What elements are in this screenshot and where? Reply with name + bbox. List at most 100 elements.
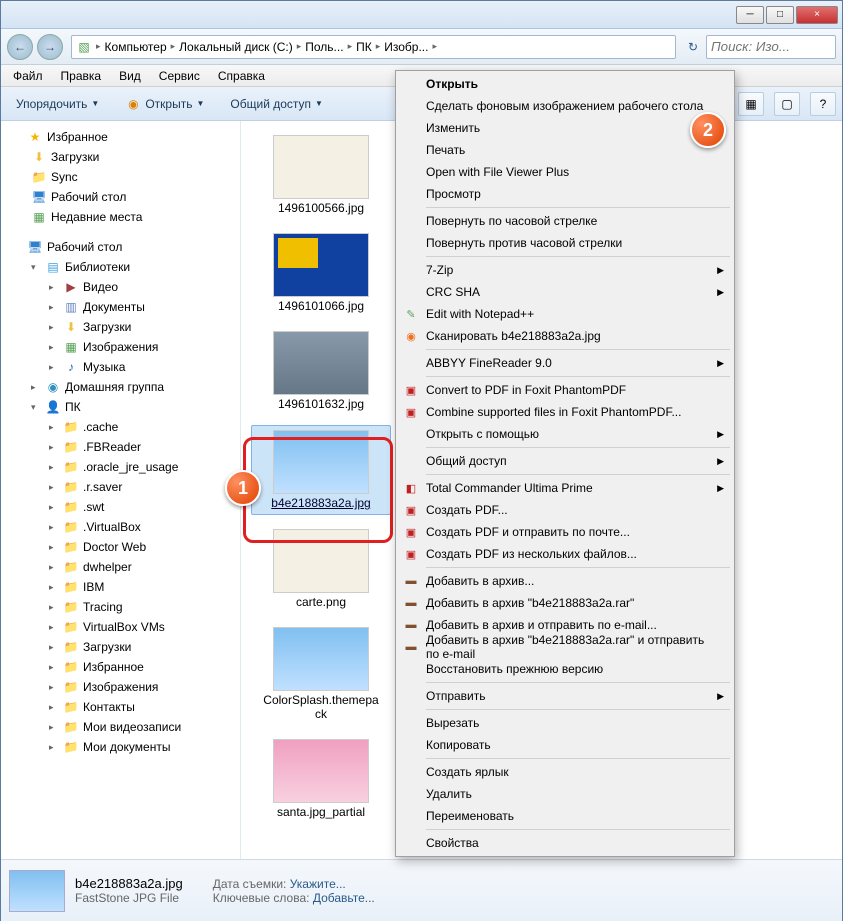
ctx-set-wallpaper[interactable]: Сделать фоновым изображением рабочего ст… bbox=[398, 95, 732, 117]
ctx-preview[interactable]: Просмотр bbox=[398, 183, 732, 205]
folder-icon: 📁 bbox=[63, 619, 79, 635]
menu-edit[interactable]: Правка bbox=[53, 67, 110, 85]
minimize-button[interactable]: ─ bbox=[736, 6, 764, 24]
sidebar-item-downloads[interactable]: ▸⬇Загрузки bbox=[37, 317, 240, 337]
sidebar-item-recent[interactable]: ▦Недавние места bbox=[19, 207, 240, 227]
file-item[interactable]: carte.png bbox=[251, 525, 391, 613]
crumb-users[interactable]: Поль... bbox=[305, 40, 343, 54]
sidebar-item-docs[interactable]: ▸▥Документы bbox=[37, 297, 240, 317]
ctx-totalcmd[interactable]: ◧Total Commander Ultima Prime▶ bbox=[398, 477, 732, 499]
sidebar-homegroup[interactable]: ▸◉Домашняя группа bbox=[19, 377, 240, 397]
sidebar-favorites[interactable]: ★Избранное bbox=[1, 127, 240, 147]
ctx-foxit-convert[interactable]: ▣Convert to PDF in Foxit PhantomPDF bbox=[398, 379, 732, 401]
file-item[interactable]: ColorSplash.themepack bbox=[251, 623, 391, 725]
sidebar-libraries[interactable]: ▾▤Библиотеки bbox=[19, 257, 240, 277]
ctx-delete[interactable]: Удалить bbox=[398, 783, 732, 805]
preview-pane-button[interactable]: ▢ bbox=[774, 92, 800, 116]
address-bar[interactable]: ▧ ▸ Компьютер ▸ Локальный диск (C:) ▸ По… bbox=[71, 35, 676, 59]
sidebar-item-folder[interactable]: ▸📁Мои документы bbox=[37, 737, 240, 757]
ctx-rename[interactable]: Переименовать bbox=[398, 805, 732, 827]
forward-button[interactable]: → bbox=[37, 34, 63, 60]
ctx-pdf-email[interactable]: ▣Создать PDF и отправить по почте... bbox=[398, 521, 732, 543]
crumb-drive[interactable]: Локальный диск (C:) bbox=[179, 40, 293, 54]
sidebar-item-music[interactable]: ▸♪Музыка bbox=[37, 357, 240, 377]
ctx-abbyy[interactable]: ABBYY FineReader 9.0▶ bbox=[398, 352, 732, 374]
ctx-7zip[interactable]: 7-Zip▶ bbox=[398, 259, 732, 281]
file-item[interactable]: b4e218883a2a.jpg bbox=[251, 425, 391, 515]
back-button[interactable]: ← bbox=[7, 34, 33, 60]
ctx-restore[interactable]: Восстановить прежнюю версию bbox=[398, 658, 732, 680]
menu-help[interactable]: Справка bbox=[210, 67, 273, 85]
sidebar-item-folder[interactable]: ▸📁.FBReader bbox=[37, 437, 240, 457]
maximize-button[interactable]: □ bbox=[766, 6, 794, 24]
ctx-pdf-multi[interactable]: ▣Создать PDF из нескольких файлов... bbox=[398, 543, 732, 565]
sidebar-item-folder[interactable]: ▸📁VirtualBox VMs bbox=[37, 617, 240, 637]
close-button[interactable]: × bbox=[796, 6, 838, 24]
folder-icon: 📁 bbox=[63, 739, 79, 755]
sidebar-desktop[interactable]: 🖥Рабочий стол bbox=[1, 237, 240, 257]
sidebar-item-folder[interactable]: ▸📁.cache bbox=[37, 417, 240, 437]
menu-view[interactable]: Вид bbox=[111, 67, 149, 85]
help-button[interactable]: ? bbox=[810, 92, 836, 116]
search-input[interactable] bbox=[706, 35, 836, 59]
ctx-rar-addname[interactable]: ▬Добавить в архив "b4e218883a2a.rar" bbox=[398, 592, 732, 614]
sidebar-user-pk[interactable]: ▾👤ПК bbox=[19, 397, 240, 417]
share-button[interactable]: Общий доступ▼ bbox=[221, 92, 332, 116]
sidebar-item-folder[interactable]: ▸📁Избранное bbox=[37, 657, 240, 677]
crumb-computer[interactable]: Компьютер bbox=[105, 40, 167, 54]
ctx-copy[interactable]: Копировать bbox=[398, 734, 732, 756]
ctx-shortcut[interactable]: Создать ярлык bbox=[398, 761, 732, 783]
ctx-sendto[interactable]: Отправить▶ bbox=[398, 685, 732, 707]
sidebar-item-folder[interactable]: ▸📁Tracing bbox=[37, 597, 240, 617]
badge-2: 2 bbox=[690, 112, 726, 148]
ctx-rar-name-email[interactable]: ▬Добавить в архив "b4e218883a2a.rar" и о… bbox=[398, 636, 732, 658]
ctx-rotate-ccw[interactable]: Повернуть против часовой стрелки bbox=[398, 232, 732, 254]
ctx-avast-scan[interactable]: ◉Сканировать b4e218883a2a.jpg bbox=[398, 325, 732, 347]
ctx-openwith[interactable]: Открыть с помощью▶ bbox=[398, 423, 732, 445]
ctx-pdf-create[interactable]: ▣Создать PDF... bbox=[398, 499, 732, 521]
sidebar-item-video[interactable]: ▸▶Видео bbox=[37, 277, 240, 297]
sidebar-item-folder[interactable]: ▸📁Мои видеозаписи bbox=[37, 717, 240, 737]
ctx-notepadpp[interactable]: ✎Edit with Notepad++ bbox=[398, 303, 732, 325]
ctx-print[interactable]: Печать bbox=[398, 139, 732, 161]
menu-service[interactable]: Сервис bbox=[151, 67, 208, 85]
ctx-fileviewer[interactable]: Open with File Viewer Plus bbox=[398, 161, 732, 183]
sidebar-item-images[interactable]: ▸▦Изображения bbox=[37, 337, 240, 357]
ctx-open[interactable]: Открыть bbox=[398, 73, 732, 95]
sidebar-item-folder[interactable]: ▸📁IBM bbox=[37, 577, 240, 597]
ctx-share[interactable]: Общий доступ▶ bbox=[398, 450, 732, 472]
crumb-images[interactable]: Изобр... bbox=[384, 40, 428, 54]
ctx-crc[interactable]: CRC SHA▶ bbox=[398, 281, 732, 303]
sidebar-item-desktop[interactable]: 🖥Рабочий стол bbox=[19, 187, 240, 207]
sidebar-item-folder[interactable]: ▸📁.r.saver bbox=[37, 477, 240, 497]
open-button[interactable]: ◉Открыть▼ bbox=[116, 91, 213, 117]
sidebar-item-downloads[interactable]: ⬇Загрузки bbox=[19, 147, 240, 167]
sidebar-item-folder[interactable]: ▸📁.VirtualBox bbox=[37, 517, 240, 537]
view-mode-button[interactable]: ▦ bbox=[738, 92, 764, 116]
file-item[interactable]: 1496101632.jpg bbox=[251, 327, 391, 415]
refresh-button[interactable]: ↻ bbox=[684, 38, 702, 56]
menu-file[interactable]: Файл bbox=[5, 67, 51, 85]
file-item[interactable]: santa.jpg_partial bbox=[251, 735, 391, 823]
date-value[interactable]: Укажите... bbox=[290, 877, 346, 891]
keywords-value[interactable]: Добавьте... bbox=[313, 891, 375, 905]
sidebar-item-folder[interactable]: ▸📁Изображения bbox=[37, 677, 240, 697]
ctx-foxit-combine[interactable]: ▣Combine supported files in Foxit Phanto… bbox=[398, 401, 732, 423]
ctx-rar-add[interactable]: ▬Добавить в архив... bbox=[398, 570, 732, 592]
sidebar-item-sync[interactable]: 📁Sync bbox=[19, 167, 240, 187]
sidebar-item-folder[interactable]: ▸📁Doctor Web bbox=[37, 537, 240, 557]
sidebar-item-folder[interactable]: ▸📁Контакты bbox=[37, 697, 240, 717]
ctx-rotate-cw[interactable]: Повернуть по часовой стрелке bbox=[398, 210, 732, 232]
file-item[interactable]: 1496101066.jpg bbox=[251, 229, 391, 317]
sidebar-item-folder[interactable]: ▸📁.oracle_jre_usage bbox=[37, 457, 240, 477]
file-item[interactable]: 1496100566.jpg bbox=[251, 131, 391, 219]
ctx-cut[interactable]: Вырезать bbox=[398, 712, 732, 734]
sidebar-item-folder[interactable]: ▸📁Загрузки bbox=[37, 637, 240, 657]
ctx-edit[interactable]: Изменить bbox=[398, 117, 732, 139]
organize-button[interactable]: Упорядочить▼ bbox=[7, 92, 108, 116]
sidebar-item-folder[interactable]: ▸📁.swt bbox=[37, 497, 240, 517]
tc-icon: ◧ bbox=[402, 479, 420, 497]
ctx-properties[interactable]: Свойства bbox=[398, 832, 732, 854]
crumb-pk[interactable]: ПК bbox=[356, 40, 372, 54]
sidebar-item-folder[interactable]: ▸📁dwhelper bbox=[37, 557, 240, 577]
